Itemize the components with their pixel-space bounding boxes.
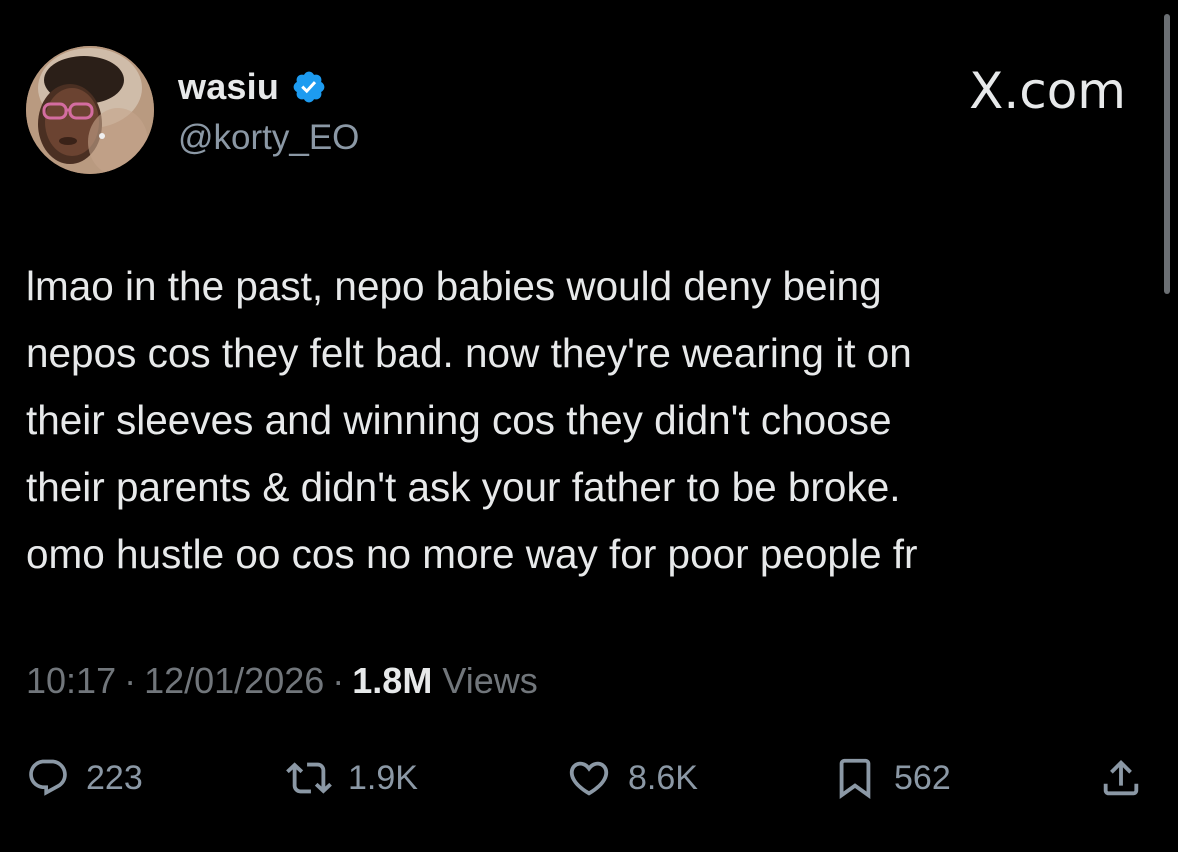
heart-icon [569,761,609,796]
bookmark-button[interactable]: 562 [832,748,951,808]
verified-badge-icon [293,71,325,103]
action-bar: 223 1.9K 8.6K 562 [0,748,1178,808]
like-count: 8.6K [628,758,698,797]
avatar-photo [26,46,154,174]
tweet-time[interactable]: 10:17 [26,660,116,702]
scrollbar[interactable] [1164,14,1170,294]
tweet-card: wasiu @korty_EO X.com lmao in the past, … [0,0,1178,852]
tweet-text: lmao in the past, nepo babies would deny… [26,263,918,577]
share-upload-icon [1103,759,1139,796]
author-name[interactable]: wasiu [178,66,279,108]
like-button[interactable]: 8.6K [566,748,698,808]
bookmark-icon [839,758,871,799]
author-name-row[interactable]: wasiu [178,64,327,110]
bookmark-count: 562 [894,758,951,797]
views-label: Views [442,660,538,701]
repost-arrows-icon [286,762,332,794]
repost-count: 1.9K [348,758,418,797]
views-count: 1.8M [352,660,433,701]
tweet-meta: 10:17 · 12/01/2026 · 1.8M Views [26,660,538,702]
avatar[interactable] [26,46,154,174]
speech-bubble-icon [29,759,67,796]
brand-watermark: X.com [969,62,1126,120]
share-button[interactable] [1098,748,1144,808]
meta-separator: · [124,660,137,701]
reply-count: 223 [86,758,143,797]
reply-button[interactable]: 223 [26,748,143,808]
tweet-date[interactable]: 12/01/2026 [144,660,324,702]
repost-button[interactable]: 1.9K [286,748,418,808]
meta-separator: · [332,660,345,701]
author-handle[interactable]: @korty_EO [178,118,359,158]
